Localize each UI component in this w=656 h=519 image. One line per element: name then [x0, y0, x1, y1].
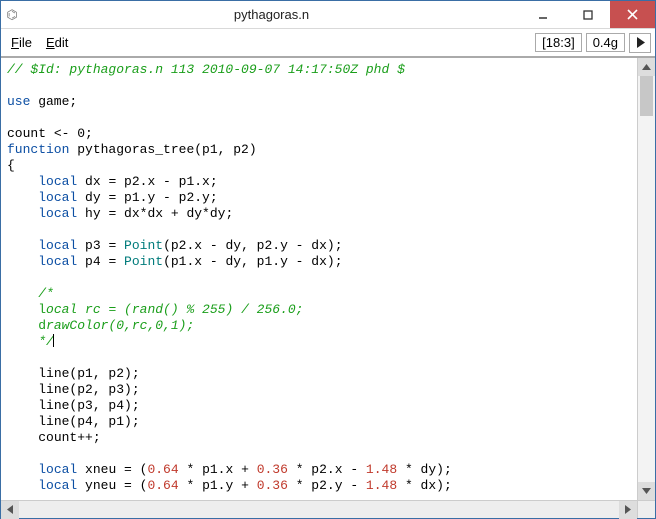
vertical-scrollbar[interactable]	[637, 58, 655, 500]
scroll-up-button[interactable]	[638, 58, 655, 76]
horizontal-scrollbar[interactable]	[1, 501, 637, 518]
play-icon	[636, 37, 645, 48]
code-editor[interactable]: // $Id: pythagoras.n 113 2010-09-07 14:1…	[1, 58, 637, 500]
memory-status: 0.4g	[586, 33, 625, 52]
chevron-up-icon	[642, 64, 651, 70]
scroll-left-button[interactable]	[1, 501, 19, 519]
window-controls	[520, 1, 655, 28]
close-icon	[627, 9, 638, 20]
vscroll-thumb[interactable]	[640, 76, 653, 116]
chevron-right-icon	[625, 505, 631, 514]
menu-file[interactable]: File	[5, 33, 38, 52]
close-button[interactable]	[610, 1, 655, 28]
minimize-icon	[538, 10, 548, 20]
maximize-icon	[583, 10, 593, 20]
cursor-position: [18:3]	[535, 33, 582, 52]
minimize-button[interactable]	[520, 1, 565, 28]
vscroll-track[interactable]	[638, 76, 655, 482]
hscroll-area	[1, 500, 655, 518]
scroll-right-button[interactable]	[619, 501, 637, 519]
run-button[interactable]	[629, 33, 651, 53]
maximize-button[interactable]	[565, 1, 610, 28]
chevron-down-icon	[642, 488, 651, 494]
menu-edit[interactable]: Edit	[40, 33, 74, 52]
scroll-down-button[interactable]	[638, 482, 655, 500]
menubar: File Edit [18:3] 0.4g	[1, 29, 655, 57]
text-cursor	[53, 334, 54, 347]
chevron-left-icon	[7, 505, 13, 514]
editor-area: // $Id: pythagoras.n 113 2010-09-07 14:1…	[1, 57, 655, 500]
titlebar[interactable]: ⌬ pythagoras.n	[1, 1, 655, 29]
window-title: pythagoras.n	[23, 1, 520, 28]
scrollbar-corner	[637, 501, 655, 518]
app-icon: ⌬	[1, 1, 23, 28]
app-window: ⌬ pythagoras.n File Edit [18:3] 0.4g // …	[0, 0, 656, 519]
